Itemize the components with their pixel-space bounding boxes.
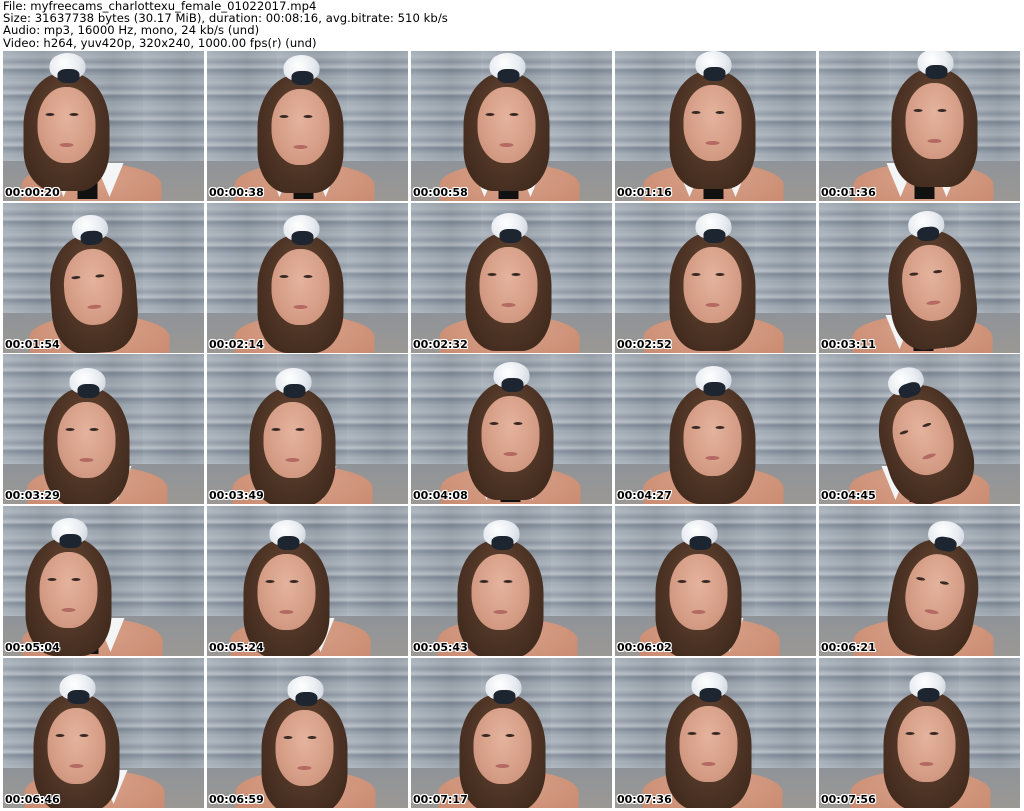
person-figure xyxy=(615,51,816,201)
person-figure xyxy=(3,506,204,657)
thumbnail-timestamp: 00:06:46 xyxy=(5,792,60,806)
thumbnail-timestamp: 00:01:16 xyxy=(617,186,672,199)
person-figure xyxy=(819,203,1020,353)
person-figure xyxy=(411,506,612,657)
person-figure xyxy=(615,658,816,808)
person-figure xyxy=(819,506,1020,657)
video-thumbnail[interactable]: 00:00:20 xyxy=(3,51,204,201)
person-figure xyxy=(819,354,1020,505)
video-thumbnail[interactable]: 00:02:52 xyxy=(615,202,816,353)
video-thumbnail[interactable]: 00:03:49 xyxy=(207,354,408,505)
video-thumbnail[interactable]: 00:01:36 xyxy=(819,51,1020,201)
video-thumbnail[interactable]: 00:05:43 xyxy=(411,506,612,657)
thumbnail-timestamp: 00:06:59 xyxy=(209,792,264,806)
thumbnail-timestamp: 00:02:14 xyxy=(209,337,264,351)
person-figure xyxy=(819,51,1020,201)
thumbnail-timestamp: 00:00:20 xyxy=(5,186,60,199)
thumbnail-grid: 00:00:20 00:00:38 00:00:58 00:01:16 00:0… xyxy=(3,51,1020,808)
person-figure xyxy=(207,203,408,353)
person-figure xyxy=(3,51,204,201)
thumbnail-timestamp: 00:00:38 xyxy=(209,186,264,199)
video-thumbnail[interactable]: 00:04:45 xyxy=(819,354,1020,505)
person-figure xyxy=(411,354,612,505)
thumbnail-timestamp: 00:06:21 xyxy=(821,641,876,655)
thumbnail-timestamp: 00:03:29 xyxy=(5,489,60,503)
person-figure xyxy=(207,354,408,505)
thumbnail-timestamp: 00:02:52 xyxy=(617,337,672,351)
thumbnail-timestamp: 00:04:45 xyxy=(821,489,876,503)
person-figure xyxy=(3,203,204,353)
video-thumbnail[interactable]: 00:05:24 xyxy=(207,506,408,657)
person-figure xyxy=(411,203,612,353)
person-figure xyxy=(819,658,1020,808)
person-figure xyxy=(411,658,612,808)
video-thumbnail[interactable]: 00:06:21 xyxy=(819,506,1020,657)
video-thumbnail[interactable]: 00:01:54 xyxy=(3,202,204,353)
video-thumbnail[interactable]: 00:01:16 xyxy=(615,51,816,201)
video-thumbnail[interactable]: 00:07:36 xyxy=(615,657,816,808)
video-thumbnail[interactable]: 00:04:08 xyxy=(411,354,612,505)
thumbnail-timestamp: 00:07:17 xyxy=(413,792,468,806)
video-thumbnail[interactable]: 00:07:56 xyxy=(819,657,1020,808)
person-figure xyxy=(411,51,612,201)
video-thumbnail[interactable]: 00:06:59 xyxy=(207,657,408,808)
person-figure xyxy=(3,658,204,808)
thumbnail-timestamp: 00:06:02 xyxy=(617,641,672,655)
video-thumbnail[interactable]: 00:03:29 xyxy=(3,354,204,505)
video-thumbnail[interactable]: 00:06:02 xyxy=(615,506,816,657)
audio-info-line: Audio: mp3, 16000 Hz, mono, 24 kb/s (und… xyxy=(3,23,260,38)
person-figure xyxy=(207,51,408,201)
thumbnail-timestamp: 00:03:49 xyxy=(209,489,264,503)
person-figure xyxy=(615,506,816,657)
video-info-line: Video: h264, yuv420p, 320x240, 1000.00 f… xyxy=(3,35,317,50)
video-thumbnail[interactable]: 00:04:27 xyxy=(615,354,816,505)
video-thumbnail[interactable]: 00:00:58 xyxy=(411,51,612,201)
file-info-header: File: myfreecams_charlottexu_female_0102… xyxy=(3,0,1021,49)
thumbnail-timestamp: 00:05:43 xyxy=(413,641,468,655)
person-figure xyxy=(615,354,816,505)
thumbnail-timestamp: 00:01:54 xyxy=(5,337,60,351)
thumbnail-timestamp: 00:02:32 xyxy=(413,337,468,351)
video-thumbnail[interactable]: 00:02:14 xyxy=(207,202,408,353)
thumbnail-timestamp: 00:01:36 xyxy=(821,186,876,199)
thumbnail-timestamp: 00:07:36 xyxy=(617,792,672,806)
video-thumbnail[interactable]: 00:07:17 xyxy=(411,657,612,808)
thumbnail-timestamp: 00:05:24 xyxy=(209,641,264,655)
video-thumbnail[interactable]: 00:06:46 xyxy=(3,657,204,808)
thumbnail-timestamp: 00:04:08 xyxy=(413,489,468,503)
thumbnail-timestamp: 00:00:58 xyxy=(413,186,468,199)
thumbnail-timestamp: 00:04:27 xyxy=(617,489,672,503)
thumbnail-timestamp: 00:03:11 xyxy=(821,337,876,351)
video-thumbnail[interactable]: 00:03:11 xyxy=(819,202,1020,353)
video-thumbnail[interactable]: 00:02:32 xyxy=(411,202,612,353)
person-figure xyxy=(615,203,816,353)
video-thumbnail[interactable]: 00:00:38 xyxy=(207,51,408,201)
person-figure xyxy=(207,658,408,808)
person-figure xyxy=(3,354,204,505)
thumbnail-timestamp: 00:05:04 xyxy=(5,641,60,655)
thumbnail-timestamp: 00:07:56 xyxy=(821,792,876,806)
video-thumbnail[interactable]: 00:05:04 xyxy=(3,506,204,657)
person-figure xyxy=(207,506,408,657)
